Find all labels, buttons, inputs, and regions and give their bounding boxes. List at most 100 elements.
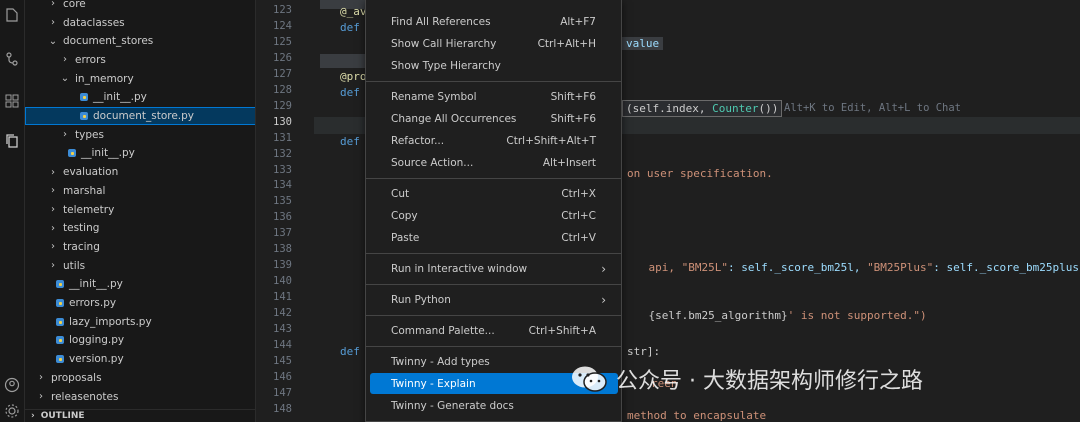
tree-folder-item[interactable]: › core	[25, 0, 255, 13]
menu-item[interactable]: Command Palette... Ctrl+Shift+A	[370, 320, 618, 341]
tree-folder-item[interactable]: › releasenotes	[25, 387, 255, 406]
tree-folder-item[interactable]: › dataclasses	[25, 13, 255, 32]
tree-item-label: errors.py	[69, 297, 117, 310]
tree-file-item[interactable]: document_store.py	[25, 106, 255, 126]
tree-folder-item[interactable]: › proposals	[25, 369, 255, 388]
chevron-right-icon: ›	[51, 260, 55, 272]
tree-folder-item[interactable]: › marshal	[25, 182, 255, 201]
menu-item[interactable]: Refactor... Ctrl+Shift+Alt+T	[370, 130, 618, 151]
code-token: ())	[758, 102, 779, 115]
selection-block	[320, 54, 370, 68]
menu-item[interactable]: Copy Ctrl+C	[370, 205, 618, 226]
tree-folder-item[interactable]: ⌄ document_stores	[25, 32, 255, 51]
explorer-panel: › core › dataclasses ⌄ document_stores › errors…	[25, 0, 256, 422]
menu-item[interactable]: Cut Ctrl+X	[370, 183, 618, 204]
tree-file-item[interactable]: __init__.py	[25, 275, 255, 294]
outline-section-header[interactable]: › OUTLINE	[25, 409, 255, 422]
tree-folder-item[interactable]: › utils	[25, 256, 255, 275]
line-number: 148	[273, 402, 292, 415]
menu-item[interactable]: Source Action... Alt+Insert	[370, 152, 618, 173]
line-number: 128	[273, 83, 292, 96]
tree-item-label: in_memory	[75, 72, 134, 85]
tree-item-label: version.py	[69, 353, 124, 366]
python-file-icon	[55, 354, 65, 364]
line-number: 146	[273, 370, 292, 383]
tree-item-label: utils	[63, 259, 86, 272]
menu-separator	[366, 346, 621, 347]
code-string: on user specification.	[627, 167, 773, 180]
extensions-icon[interactable]	[1, 90, 23, 112]
tree-folder-item[interactable]: ⌄ in_memory	[25, 69, 255, 88]
chevron-down-icon: ⌄	[60, 73, 70, 85]
line-number: 140	[273, 275, 292, 288]
tree-file-item[interactable]: logging.py	[25, 331, 255, 350]
chevron-right-icon: ›	[63, 54, 67, 66]
tree-item-label: tracing	[63, 240, 100, 253]
menu-item[interactable]: Run in Interactive window ›	[370, 258, 618, 279]
menu-item-label: Find All References	[391, 15, 491, 28]
line-number: 131	[273, 131, 292, 144]
line-number: 132	[273, 147, 292, 160]
tree-item-label: marshal	[63, 184, 106, 197]
copy-icon[interactable]	[1, 130, 23, 152]
line-number: 142	[273, 307, 292, 320]
line-number: 124	[273, 19, 292, 32]
tree-folder-item[interactable]: › evaluation	[25, 163, 255, 182]
tree-item-label: __init__.py	[69, 278, 123, 291]
tree-folder-item[interactable]: › tracing	[25, 238, 255, 257]
tree-file-item[interactable]: lazy_imports.py	[25, 312, 255, 331]
tree-file-item[interactable]: version.py	[25, 350, 255, 369]
tree-item-label: logging.py	[69, 334, 125, 347]
menu-item[interactable]: Change All Occurrences Shift+F6	[370, 108, 618, 129]
wechat-logo-icon	[570, 364, 608, 394]
chevron-right-icon: ›	[51, 17, 55, 29]
inline-edit-chip[interactable]: (self.index, Counter())	[622, 100, 783, 117]
menu-item[interactable]: Run Python ›	[370, 289, 618, 310]
tree-file-item[interactable]: errors.py	[25, 294, 255, 313]
line-number: 129	[273, 99, 292, 112]
menu-separator	[366, 315, 621, 316]
line-number: 145	[273, 354, 292, 367]
menu-item[interactable]: Show Call Hierarchy Ctrl+Alt+H	[370, 33, 618, 54]
menu-item-shortcut: Ctrl+Shift+A	[528, 324, 596, 337]
tree-folder-item[interactable]: › errors	[25, 51, 255, 70]
line-number: 144	[273, 338, 292, 351]
menu-item-shortcut: Ctrl+Alt+H	[537, 37, 596, 50]
menu-item[interactable]: Show Type Hierarchy	[370, 55, 618, 76]
account-icon[interactable]	[1, 374, 23, 396]
code-token: value	[622, 37, 664, 50]
code-string: method to encapsulate	[627, 409, 767, 422]
tree-folder-item[interactable]: › types	[25, 125, 255, 144]
tree-item-label: testing	[63, 222, 100, 235]
tree-folder-item[interactable]: › testing	[25, 219, 255, 238]
tree-item-label: __init__.py	[81, 147, 135, 160]
code-keyword: def	[340, 21, 360, 34]
chevron-right-icon: ›	[51, 204, 55, 216]
tree-item-label: lazy_imports.py	[69, 315, 152, 328]
python-file-icon	[79, 111, 89, 121]
menu-item[interactable]: Paste Ctrl+V	[370, 227, 618, 248]
menu-separator	[366, 284, 621, 285]
tree-folder-item[interactable]: › telemetry	[25, 200, 255, 219]
menu-item-label: Change All Occurrences	[391, 112, 517, 125]
menu-item[interactable]: Find All References Alt+F7	[370, 11, 618, 32]
inline-hint: Alt+K to Edit, Alt+L to Chat	[784, 102, 962, 114]
tree-file-item[interactable]: __init__.py	[25, 144, 255, 163]
menu-item[interactable]: Twinny - Generate docs	[370, 395, 618, 416]
python-file-icon	[55, 335, 65, 345]
menu-item-label: Copy	[391, 209, 418, 222]
menu-item[interactable]: Rename Symbol Shift+F6	[370, 86, 618, 107]
chevron-right-icon: ›	[31, 411, 35, 421]
line-number: 138	[273, 243, 292, 256]
line-number: 139	[273, 259, 292, 272]
chevron-right-icon: ›	[63, 129, 67, 141]
menu-item-shortcut: Ctrl+V	[561, 231, 596, 244]
tree-file-item[interactable]: __init__.py	[25, 88, 255, 107]
tree-item-label: releasenotes	[51, 390, 119, 403]
menu-item-label: Source Action...	[391, 156, 474, 169]
source-control-icon[interactable]	[1, 48, 23, 70]
menu-item-shortcut: Alt+Insert	[542, 156, 596, 169]
explorer-icon[interactable]	[1, 4, 23, 26]
tree-item-label: dataclasses	[63, 16, 125, 29]
settings-icon[interactable]	[1, 400, 23, 422]
